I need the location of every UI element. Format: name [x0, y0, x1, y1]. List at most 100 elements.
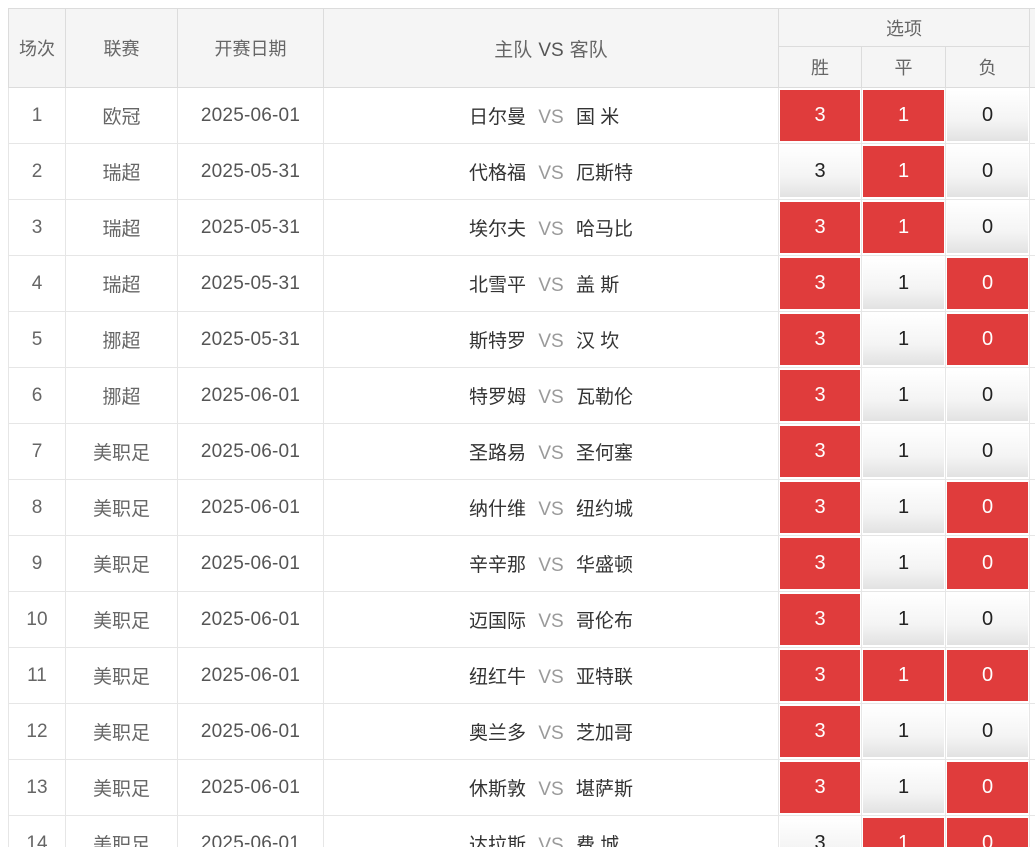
option-draw-button[interactable]: 1: [863, 538, 944, 589]
option-draw-button[interactable]: 1: [863, 482, 944, 533]
option-lose-button[interactable]: 0: [947, 482, 1029, 533]
option-cell-lose: 0: [944, 87, 1031, 144]
row-match: 代格福 VS 厄斯特: [323, 143, 779, 200]
row-date: 2025-06-01: [177, 703, 324, 760]
row-index: 3: [8, 199, 66, 256]
vs-label: VS: [538, 387, 564, 408]
home-team: 斯特罗: [468, 331, 526, 352]
option-win-button[interactable]: 3: [780, 538, 860, 589]
option-lose-button[interactable]: 0: [947, 314, 1029, 365]
option-lose-button[interactable]: 0: [947, 762, 1029, 813]
option-lose-button[interactable]: 0: [947, 146, 1029, 197]
option-cell-win: 3: [778, 591, 862, 648]
row-date: 2025-06-01: [177, 759, 324, 816]
option-draw-button[interactable]: 1: [863, 258, 944, 309]
option-draw-button[interactable]: 1: [863, 202, 944, 253]
option-draw-button[interactable]: 1: [863, 314, 944, 365]
option-win-button[interactable]: 3: [780, 370, 860, 421]
away-team: 费 城: [576, 835, 620, 847]
option-lose-button[interactable]: 0: [947, 538, 1029, 589]
row-spacer: [1029, 367, 1035, 424]
option-win-button[interactable]: 3: [780, 146, 860, 197]
option-draw-button[interactable]: 1: [863, 90, 944, 141]
row-spacer: [1029, 255, 1035, 312]
row-league: 美职足: [65, 591, 178, 648]
row-date: 2025-06-01: [177, 591, 324, 648]
option-cell-lose: 0: [944, 535, 1031, 592]
option-cell-lose: 0: [944, 647, 1031, 704]
option-cell-lose: 0: [944, 367, 1031, 424]
away-team: 亚特联: [576, 667, 634, 688]
option-cell-lose: 0: [944, 311, 1031, 368]
vs-label: VS: [538, 275, 564, 296]
row-date: 2025-05-31: [177, 311, 324, 368]
home-team: 迈国际: [468, 611, 526, 632]
home-team: 辛辛那: [468, 555, 526, 576]
option-draw-button[interactable]: 1: [863, 762, 944, 813]
option-win-button[interactable]: 3: [780, 90, 860, 141]
option-lose-button[interactable]: 0: [947, 706, 1029, 757]
option-draw-button[interactable]: 1: [863, 146, 944, 197]
home-team: 休斯敦: [468, 779, 526, 800]
away-team: 汉 坎: [576, 331, 620, 352]
option-win-button[interactable]: 3: [780, 482, 860, 533]
row-date: 2025-05-31: [177, 199, 324, 256]
row-match: 圣路易 VS 圣何塞: [323, 423, 779, 480]
table-row: 13 美职足 2025-06-01 休斯敦 VS 堪萨斯 3 1 0: [8, 759, 1035, 816]
table-row: 11 美职足 2025-06-01 纽红牛 VS 亚特联 3 1 0: [8, 647, 1035, 704]
home-team: 纽红牛: [468, 667, 526, 688]
option-draw-button[interactable]: 1: [863, 370, 944, 421]
option-cell-draw: 1: [861, 255, 946, 312]
table-row: 3 瑞超 2025-05-31 埃尔夫 VS 哈马比 3 1 0: [8, 199, 1035, 256]
row-match: 辛辛那 VS 华盛顿: [323, 535, 779, 592]
row-league: 美职足: [65, 423, 178, 480]
home-team: 北雪平: [468, 275, 526, 296]
option-draw-button[interactable]: 1: [863, 650, 944, 701]
away-team: 盖 斯: [576, 275, 620, 296]
row-league: 瑞超: [65, 143, 178, 200]
option-lose-button[interactable]: 0: [947, 258, 1029, 309]
option-win-button[interactable]: 3: [780, 258, 860, 309]
option-lose-button[interactable]: 0: [947, 202, 1029, 253]
option-lose-button[interactable]: 0: [947, 650, 1029, 701]
option-lose-button[interactable]: 0: [947, 370, 1029, 421]
row-index: 13: [8, 759, 66, 816]
option-cell-draw: 1: [861, 703, 946, 760]
row-index: 9: [8, 535, 66, 592]
row-match: 迈国际 VS 哥伦布: [323, 591, 779, 648]
option-win-button[interactable]: 3: [780, 706, 860, 757]
header-home: 主队: [494, 39, 533, 61]
option-win-button[interactable]: 3: [780, 314, 860, 365]
option-win-button[interactable]: 3: [780, 426, 860, 477]
option-win-button[interactable]: 3: [780, 650, 860, 701]
option-lose-button[interactable]: 0: [947, 426, 1029, 477]
row-index: 4: [8, 255, 66, 312]
away-team: 哈马比: [576, 219, 634, 240]
option-draw-button[interactable]: 1: [863, 818, 944, 847]
option-draw-button[interactable]: 1: [863, 594, 944, 645]
option-cell-win: 3: [778, 479, 862, 536]
option-cell-win: 3: [778, 199, 862, 256]
vs-label: VS: [538, 331, 564, 352]
option-lose-button[interactable]: 0: [947, 818, 1029, 847]
row-spacer: [1029, 815, 1035, 847]
option-cell-win: 3: [778, 255, 862, 312]
option-lose-button[interactable]: 0: [947, 90, 1029, 141]
option-cell-lose: 0: [944, 759, 1031, 816]
option-cell-win: 3: [778, 759, 862, 816]
option-cell-lose: 0: [944, 143, 1031, 200]
option-draw-button[interactable]: 1: [863, 426, 944, 477]
row-spacer: [1029, 479, 1035, 536]
table-row: 1 欧冠 2025-06-01 日尔曼 VS 国 米310: [8, 87, 1035, 144]
option-cell-lose: 0: [944, 591, 1031, 648]
option-win-button[interactable]: 3: [780, 202, 860, 253]
option-lose-button[interactable]: 0: [947, 594, 1029, 645]
option-cell-lose: 0: [944, 423, 1031, 480]
option-cell-win: 3: [778, 143, 862, 200]
option-win-button[interactable]: 3: [780, 818, 860, 847]
option-win-button[interactable]: 3: [780, 762, 860, 813]
row-date: 2025-06-01: [177, 87, 324, 144]
away-team: 堪萨斯: [576, 779, 634, 800]
option-draw-button[interactable]: 1: [863, 706, 944, 757]
option-win-button[interactable]: 3: [780, 594, 860, 645]
